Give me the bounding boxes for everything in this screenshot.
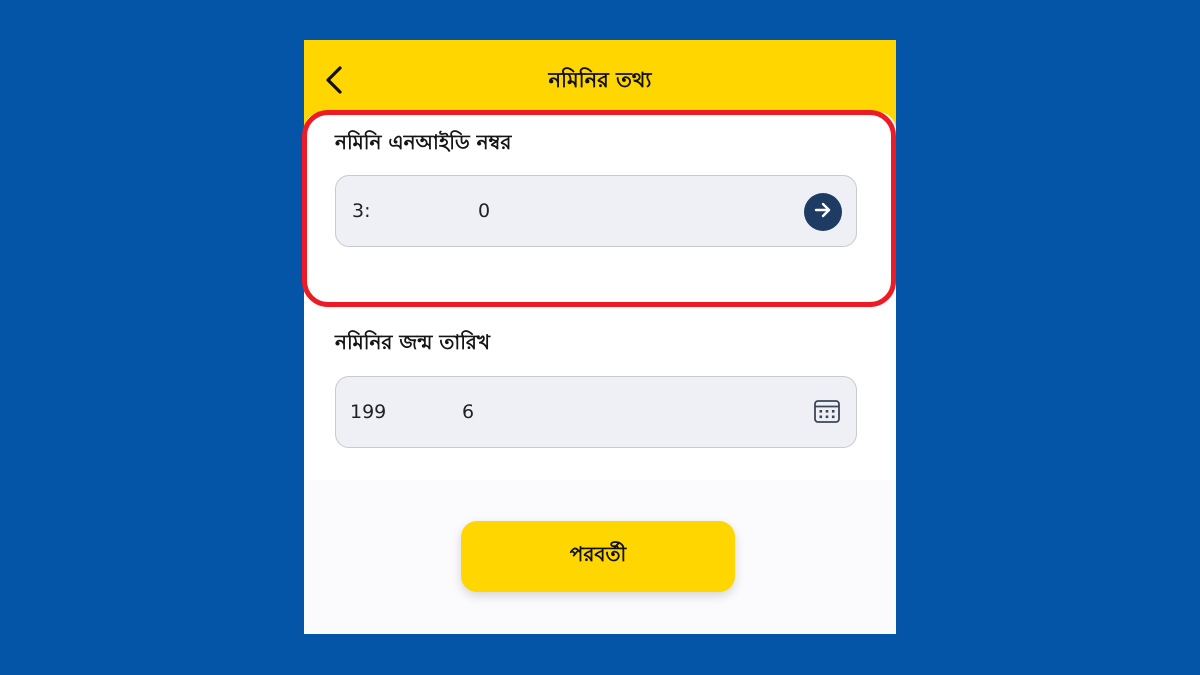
calendar-button[interactable] — [812, 398, 842, 428]
dob-value-end: 6 — [462, 401, 475, 423]
nid-input[interactable]: 3: 0 — [335, 175, 857, 247]
next-button[interactable]: পরবর্তী — [461, 521, 735, 592]
nid-value-end: 0 — [478, 200, 491, 222]
nid-submit-button[interactable] — [804, 193, 842, 231]
dob-label: নমিনির জন্ম তারিখ — [335, 330, 491, 354]
dob-input[interactable]: 199 6 — [335, 376, 857, 448]
nid-label: নমিনি এনআইডি নম্বর — [335, 130, 512, 154]
page-title: নমিনির তথ্য — [548, 68, 652, 92]
arrow-right-icon — [813, 200, 833, 224]
form-content: নমিনি এনআইডি নম্বর 3: 0 নমিনির জন্ম তারি… — [304, 112, 896, 480]
calendar-icon — [813, 397, 841, 429]
app-screen: নমিনির তথ্য নমিনি এনআইডি নম্বর 3: 0 নমিন… — [304, 40, 896, 634]
dob-value-start: 199 — [350, 401, 387, 423]
nid-value-start: 3: — [352, 200, 371, 222]
